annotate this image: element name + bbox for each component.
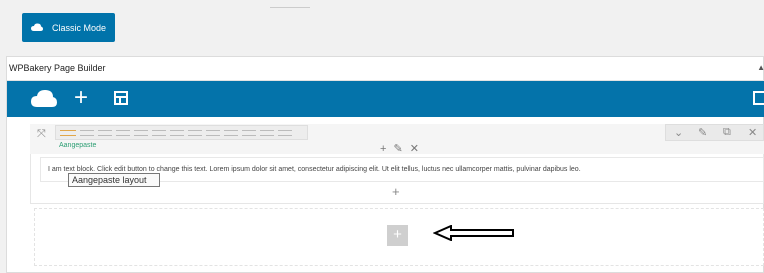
fullscreen-icon[interactable] (753, 91, 764, 105)
layout-option[interactable] (260, 130, 274, 136)
row-controls: ⌄ ✎ ⧉ ✕ (665, 124, 764, 141)
layout-option[interactable] (152, 130, 166, 136)
layout-option[interactable] (188, 130, 202, 136)
panel-title: WPBakery Page Builder ▲ (7, 57, 764, 81)
builder-toolbar: + (7, 81, 764, 117)
classic-mode-label: Classic Mode (52, 22, 107, 33)
row-drag-icon[interactable]: ⤧ (37, 128, 46, 141)
layout-option[interactable] (170, 130, 184, 136)
top-edge (0, 0, 764, 8)
add-to-column-icon[interactable]: + (392, 184, 400, 199)
top-tab (270, 0, 310, 8)
chevron-down-icon[interactable]: ⌄ (674, 126, 683, 139)
layout-option-custom[interactable] (60, 130, 76, 136)
add-element-button[interactable]: + (387, 225, 408, 246)
layout-option[interactable] (206, 130, 220, 136)
panel-title-text: WPBakery Page Builder (9, 63, 106, 73)
layout-option[interactable] (278, 130, 292, 136)
classic-mode-button[interactable]: Classic Mode (22, 13, 115, 42)
layout-option[interactable] (98, 130, 112, 136)
layout-option[interactable] (134, 130, 148, 136)
column-controls[interactable]: + ✎ ✕ (380, 142, 421, 155)
text-block-content: I am text block. Click edit button to ch… (48, 166, 581, 173)
layout-option[interactable] (242, 130, 256, 136)
wpbakery-cloud-icon[interactable] (31, 89, 57, 109)
row-layout-picker[interactable] (55, 125, 308, 140)
layout-label: Aangepaste (59, 142, 97, 149)
templates-icon[interactable] (114, 91, 128, 105)
layout-tooltip: Aangepaste layout (68, 173, 160, 187)
pencil-icon[interactable]: ✎ (698, 126, 707, 139)
annotation-arrow-icon (433, 225, 514, 241)
wpbakery-cloud-icon (31, 23, 43, 31)
panel-toggle-icon[interactable]: ▲ (757, 63, 764, 72)
add-element-icon[interactable]: + (74, 84, 88, 112)
clone-icon[interactable]: ⧉ (723, 126, 731, 139)
close-icon[interactable]: ✕ (748, 126, 757, 139)
layout-option[interactable] (116, 130, 130, 136)
layout-option[interactable] (224, 130, 238, 136)
layout-option[interactable] (80, 130, 94, 136)
